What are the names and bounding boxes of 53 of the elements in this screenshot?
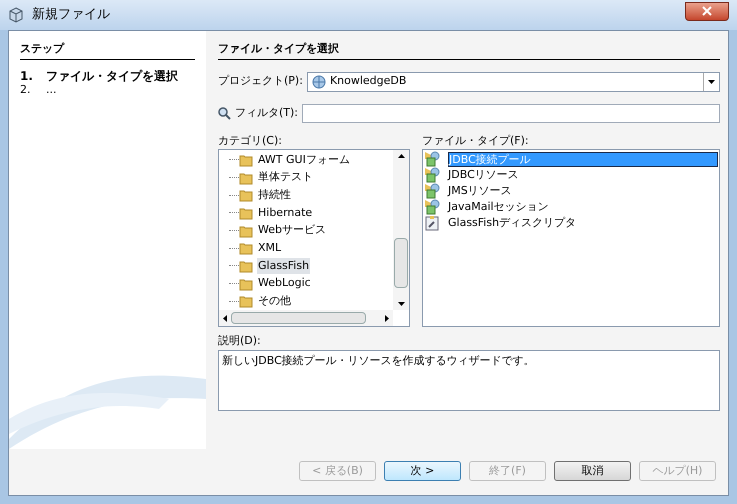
category-item[interactable]: AWT GUIフォーム — [257, 152, 351, 168]
category-item[interactable]: Hibernate — [257, 204, 314, 222]
folder-icon — [239, 170, 253, 184]
category-item[interactable]: WebLogic — [257, 275, 312, 292]
search-icon — [218, 106, 231, 120]
file-type-item[interactable]: JavaMailセッション — [448, 200, 718, 214]
project-dropdown[interactable]: KnowledgeDB — [306, 72, 720, 92]
cube-icon — [8, 7, 24, 23]
folder-icon — [239, 206, 253, 220]
resource-icon — [424, 151, 440, 167]
window-title: 新規ファイル — [32, 6, 110, 24]
category-item[interactable]: GlassFish — [257, 258, 310, 274]
resource-icon — [424, 183, 440, 199]
filter-field[interactable] — [302, 104, 720, 122]
folder-icon — [239, 276, 253, 291]
file-type-label: ファイル・タイプ(F): — [422, 132, 530, 148]
dialog-button[interactable]: 次 > — [384, 461, 461, 481]
folder-icon — [239, 152, 253, 167]
category-item[interactable]: Webサービス — [257, 222, 327, 239]
category-item[interactable]: その他 — [257, 292, 292, 310]
description-box: 新しいJDBC接続プール・リソースを作成するウィザードです。 — [218, 350, 720, 410]
file-type-item[interactable]: JDBCリソース — [448, 168, 718, 182]
dialog-button[interactable]: 取消 — [554, 461, 631, 481]
scroll-left-icon[interactable] — [223, 314, 227, 322]
step-item: 1. ファイル・タイプを選択 — [20, 70, 179, 82]
resource-icon — [424, 167, 440, 183]
globe-icon — [312, 74, 326, 88]
folder-icon — [239, 294, 253, 308]
steps-heading: ステップ — [20, 41, 195, 60]
category-label: カテゴリ(C): — [218, 132, 283, 148]
file-type-item[interactable]: GlassFishディスクリプタ — [448, 216, 718, 230]
filter-label: フィルタ(T): — [235, 104, 298, 121]
file-type-item[interactable]: JMSリソース — [448, 184, 718, 198]
horizontal-scrollbar[interactable] — [219, 310, 393, 326]
vertical-scrollbar[interactable] — [393, 150, 409, 310]
folder-icon — [239, 188, 253, 202]
folder-icon — [239, 224, 253, 238]
description-label: 説明(D): — [218, 333, 262, 349]
category-item[interactable]: XML — [257, 240, 282, 256]
folder-icon — [239, 258, 253, 273]
step-item: 2. ... — [20, 82, 58, 96]
descriptor-icon — [424, 215, 440, 231]
scroll-right-icon[interactable] — [385, 314, 389, 322]
close-button[interactable] — [685, 2, 729, 20]
panel-heading: ファイル・タイプを選択 — [218, 41, 720, 60]
scroll-down-icon[interactable] — [398, 302, 404, 306]
category-item[interactable]: 持続性 — [257, 186, 292, 204]
scroll-up-icon[interactable] — [398, 154, 404, 158]
project-label: プロジェクト(P): — [218, 73, 303, 90]
close-icon — [702, 6, 712, 16]
resource-icon — [424, 199, 440, 215]
category-item[interactable]: 単体テスト — [257, 169, 314, 186]
folder-icon — [239, 241, 253, 256]
